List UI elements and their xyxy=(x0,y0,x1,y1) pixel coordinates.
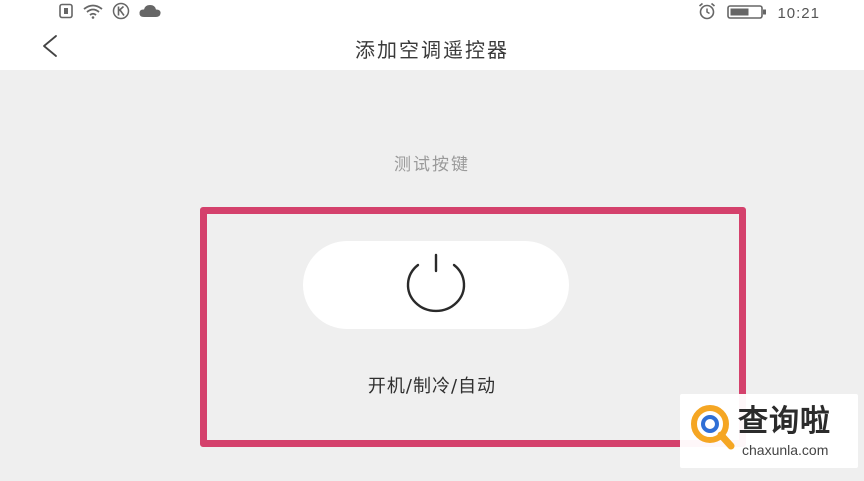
cloud-icon xyxy=(138,3,162,23)
watermark-url: chaxunla.com xyxy=(742,442,829,458)
power-button[interactable] xyxy=(303,241,569,329)
page-title: 添加空调遥控器 xyxy=(355,38,509,62)
status-time: 10:21 xyxy=(777,4,820,22)
nav-bar: 添加空调遥控器 xyxy=(0,26,864,70)
watermark: 查询啦 chaxunla.com xyxy=(680,394,858,468)
status-left-icons xyxy=(58,2,162,24)
wifi-icon xyxy=(82,3,104,23)
power-icon xyxy=(391,251,481,319)
watermark-brand: 查询啦 xyxy=(738,404,831,439)
sim-icon xyxy=(58,3,74,23)
alarm-icon xyxy=(697,2,717,24)
battery-icon xyxy=(727,4,767,23)
status-right-icons: 10:21 xyxy=(697,2,820,24)
search-logo-icon xyxy=(688,400,736,452)
status-bar: 10:21 xyxy=(0,0,864,26)
test-key-hint: 测试按键 xyxy=(394,155,470,175)
k-badge-icon xyxy=(112,2,130,24)
